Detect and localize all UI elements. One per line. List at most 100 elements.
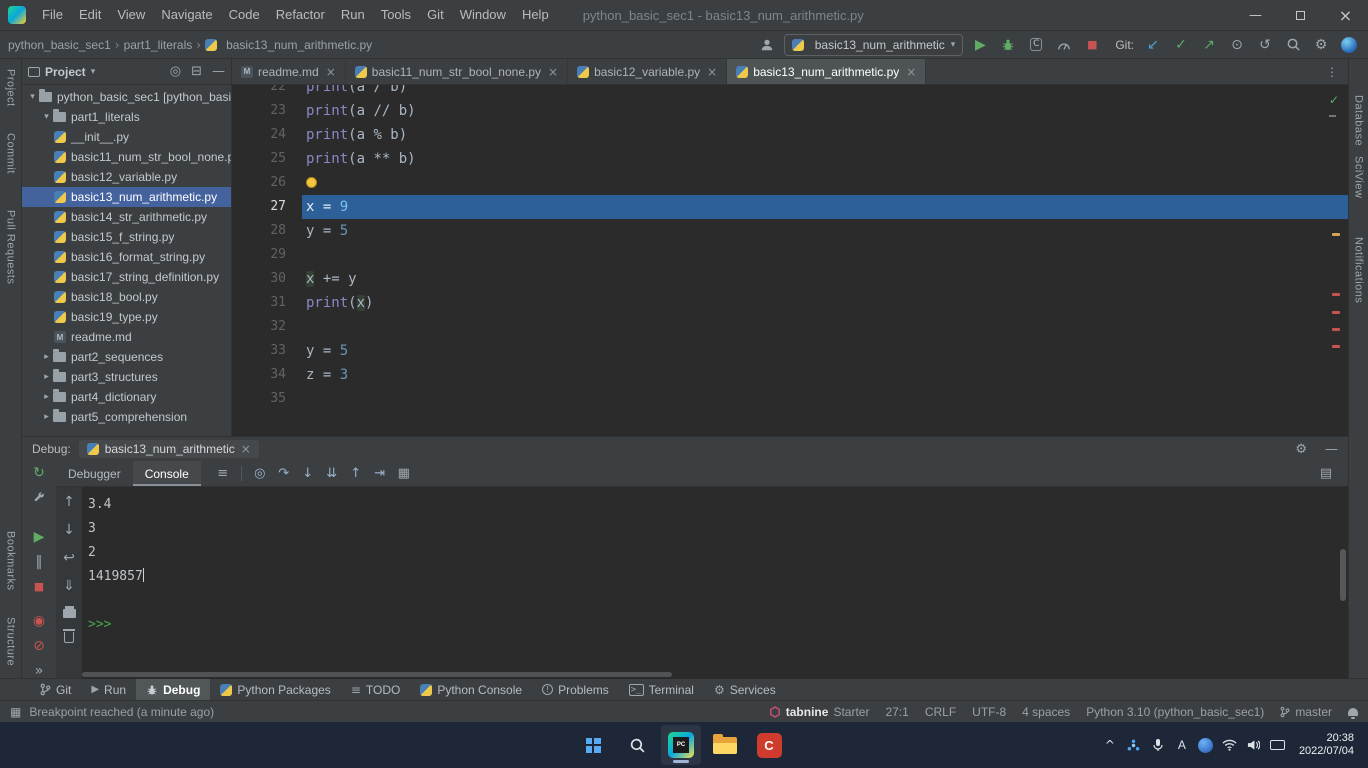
editor-tab[interactable]: basic11_num_str_bool_none.py×: [346, 59, 568, 84]
editor-line[interactable]: 32: [232, 315, 1348, 339]
view-as-table-icon[interactable]: ▦: [392, 461, 416, 486]
inspections-ok-icon[interactable]: ✓: [1329, 93, 1339, 107]
resume-button[interactable]: ▶: [30, 529, 48, 545]
tabnine-widget[interactable]: tabnine Starter: [769, 705, 870, 719]
project-tree-item[interactable]: basic11_num_str_bool_none.py: [22, 147, 231, 167]
project-tree-item[interactable]: ▾part1_literals: [22, 107, 231, 127]
wifi-icon[interactable]: [1219, 728, 1241, 762]
minimize-button[interactable]: —: [1233, 1, 1278, 30]
debug-button[interactable]: [997, 34, 1019, 56]
console-vertical-scrollbar[interactable]: [1340, 549, 1346, 601]
editor-line[interactable]: 27x = 9: [232, 195, 1348, 219]
project-view-select[interactable]: Project ▾: [28, 65, 95, 79]
clear-console-icon[interactable]: [64, 632, 74, 643]
debug-settings-button[interactable]: [30, 490, 48, 506]
ime-indicator[interactable]: A: [1171, 728, 1193, 762]
toolwindow-bookmarks-button[interactable]: Bookmarks: [5, 531, 17, 591]
python-interpreter[interactable]: Python 3.10 (python_basic_sec1): [1086, 705, 1264, 719]
more-actions-button[interactable]: »: [30, 663, 48, 679]
toolwindow-terminal-button[interactable]: >_ Terminal: [619, 679, 704, 700]
rollback-button[interactable]: ↺: [1254, 34, 1276, 56]
stop-button[interactable]: ■: [1081, 34, 1103, 56]
tab-close-icon[interactable]: ×: [707, 65, 717, 79]
run-button[interactable]: ▶: [969, 34, 991, 56]
toolwindow-problems-button[interactable]: ! Problems: [532, 679, 619, 700]
update-project-button[interactable]: ↙: [1142, 34, 1164, 56]
breadcrumb-item[interactable]: part1_literals: [124, 38, 193, 52]
git-branch-widget[interactable]: master: [1280, 705, 1332, 719]
toolwindow-project-button[interactable]: Project: [5, 69, 17, 107]
step-into-icon[interactable]: ↓: [296, 461, 320, 486]
intention-bulb-icon[interactable]: [306, 177, 317, 188]
toolwindow-notifications-button[interactable]: Notifications: [1353, 237, 1365, 303]
user-account-button[interactable]: [756, 34, 778, 56]
hide-panel-icon[interactable]: —: [212, 64, 225, 79]
toolwindow-commit-button[interactable]: Commit: [5, 133, 17, 174]
status-message[interactable]: Breakpoint reached (a minute ago): [29, 705, 214, 719]
breadcrumb-item[interactable]: basic13_num_arithmetic.py: [205, 38, 372, 52]
editor-line[interactable]: 29: [232, 243, 1348, 267]
scroll-to-end-icon[interactable]: ⇓: [60, 577, 78, 595]
chevron-collapsed-icon[interactable]: ▸: [40, 412, 53, 422]
hide-panel-icon[interactable]: —: [1325, 442, 1338, 457]
step-over-icon[interactable]: ↷: [272, 461, 296, 486]
project-tree-item[interactable]: basic12_variable.py: [22, 167, 231, 187]
editor-line[interactable]: 28y = 5: [232, 219, 1348, 243]
menu-refactor[interactable]: Refactor: [268, 0, 333, 30]
tab-close-icon[interactable]: ×: [906, 65, 916, 79]
menu-run[interactable]: Run: [333, 0, 373, 30]
debug-session-tab[interactable]: basic13_num_arithmetic ×: [79, 440, 259, 458]
microphone-icon[interactable]: [1147, 728, 1169, 762]
taskbar-search-button[interactable]: [617, 725, 657, 765]
run-to-cursor-icon[interactable]: ⇥: [368, 461, 392, 486]
toolwindow-debug-button[interactable]: Debug: [136, 679, 210, 700]
maximize-button[interactable]: [1278, 1, 1323, 30]
debug-console[interactable]: 3.4321419857 >>>: [82, 487, 1348, 679]
start-button[interactable]: [573, 725, 613, 765]
project-tree-item[interactable]: ▸part2_sequences: [22, 347, 231, 367]
project-tree-item[interactable]: basic17_string_definition.py: [22, 267, 231, 287]
view-breakpoints-button[interactable]: ◉: [30, 613, 48, 629]
taskbar-red-app-button[interactable]: C: [749, 725, 789, 765]
editor-tab[interactable]: basic12_variable.py×: [568, 59, 727, 84]
toolwindow-git-button[interactable]: Git: [30, 679, 81, 700]
code-editor[interactable]: 22print(a / b)23print(a // b)24print(a %…: [232, 85, 1348, 436]
settings-button[interactable]: ⚙: [1310, 34, 1332, 56]
toolwindow-database-button[interactable]: Database: [1353, 95, 1365, 146]
layout-settings-icon[interactable]: ▤: [1314, 461, 1338, 486]
tab-options-icon[interactable]: ⋮: [1316, 59, 1348, 84]
menu-file[interactable]: File: [34, 0, 71, 30]
chevron-expanded-icon[interactable]: ▾: [40, 112, 53, 122]
toolwindow-sciview-button[interactable]: SciView: [1353, 156, 1365, 198]
editor-line[interactable]: 23print(a // b): [232, 99, 1348, 123]
menu-help[interactable]: Help: [514, 0, 557, 30]
menu-window[interactable]: Window: [452, 0, 514, 30]
tray-blue-circle-icon[interactable]: [1195, 728, 1217, 762]
touch-keyboard-icon[interactable]: [1267, 728, 1289, 762]
select-opened-file-icon[interactable]: ◎: [170, 64, 181, 79]
taskbar-clock[interactable]: 20:38 2022/07/04: [1291, 732, 1362, 758]
project-tree-item[interactable]: basic18_bool.py: [22, 287, 231, 307]
editor-line[interactable]: 22print(a / b): [232, 85, 1348, 99]
editor-line[interactable]: 25print(a ** b): [232, 147, 1348, 171]
menu-navigate[interactable]: Navigate: [153, 0, 220, 30]
editor-tab[interactable]: Mreadme.md×: [232, 59, 346, 84]
indent-style[interactable]: 4 spaces: [1022, 705, 1070, 719]
editor-line[interactable]: 34z = 3: [232, 363, 1348, 387]
soft-wrap-icon[interactable]: ↩: [60, 549, 78, 567]
project-tree-item[interactable]: ▸part5_comprehension: [22, 407, 231, 427]
caret-position[interactable]: 27:1: [885, 705, 908, 719]
pause-button[interactable]: ‖: [30, 554, 48, 570]
toolwindow-todo-button[interactable]: ≡ TODO: [341, 679, 411, 700]
toolwindow-python-console-button[interactable]: Python Console: [410, 679, 532, 700]
notifications-bell-icon[interactable]: [1348, 708, 1358, 716]
console-horizontal-scrollbar[interactable]: [82, 672, 672, 677]
editor-line[interactable]: 30x += y: [232, 267, 1348, 291]
menu-edit[interactable]: Edit: [71, 0, 109, 30]
tab-close-icon[interactable]: ×: [326, 65, 336, 79]
tab-debugger[interactable]: Debugger: [56, 461, 133, 486]
profiler-button[interactable]: [1053, 34, 1075, 56]
project-tree-item[interactable]: basic15_f_string.py: [22, 227, 231, 247]
settings-gear-icon[interactable]: ⚙: [1295, 442, 1307, 457]
toolwindow-pull-requests-button[interactable]: Pull Requests: [5, 210, 17, 284]
